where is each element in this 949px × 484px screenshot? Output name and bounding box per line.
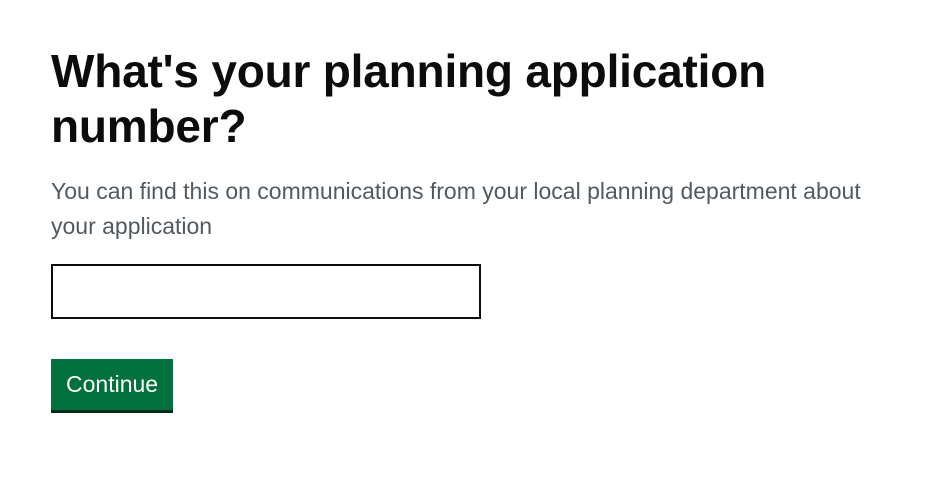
- continue-button[interactable]: Continue: [51, 359, 174, 410]
- main-content: What's your planning application number?…: [51, 44, 911, 410]
- hint-text: You can find this on communications from…: [51, 178, 861, 239]
- planning-application-number-input[interactable]: [51, 264, 481, 319]
- page-title: What's your planning application number?: [51, 45, 767, 152]
